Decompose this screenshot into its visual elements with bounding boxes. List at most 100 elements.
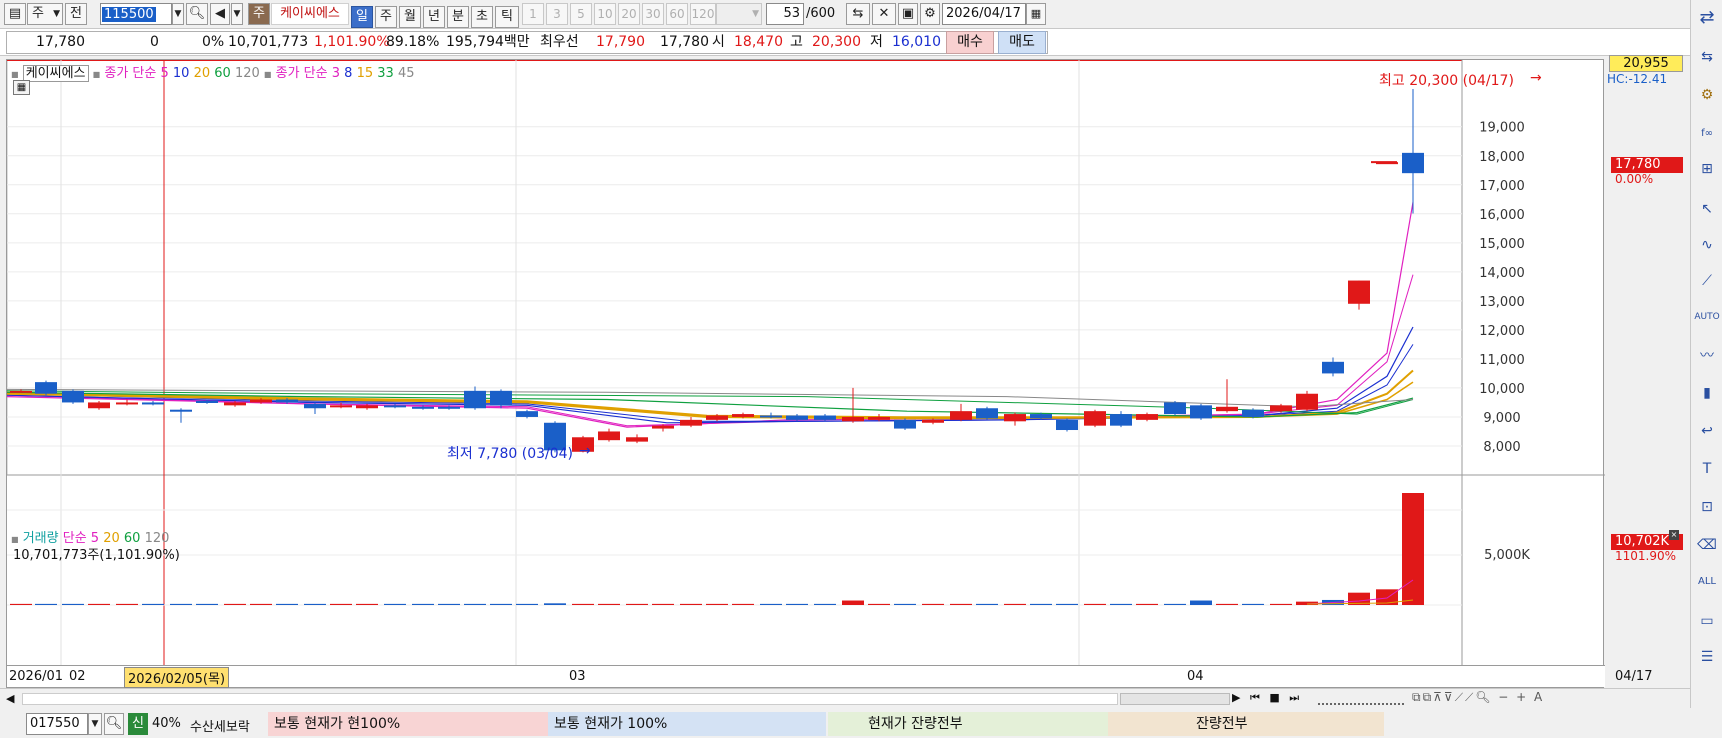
price-tick-label: 18,000 [1479,150,1525,165]
interval-5[interactable]: 5 [570,3,592,25]
interval-3[interactable]: 3 [546,3,568,25]
legend-ma1-period-20[interactable]: 20 [189,66,211,81]
order-code-dropdown-icon[interactable]: ▼ [88,713,102,735]
volume-bar [786,603,808,605]
close-icon[interactable]: × [1669,530,1679,540]
candle-body [276,399,298,403]
compare-icon[interactable]: ⇆ [846,3,870,25]
save-icon[interactable]: ▣ [898,3,918,25]
search-icon[interactable]: 🔍︎ [186,3,208,25]
order-code-input[interactable]: 017550 [26,713,88,735]
table-toggle-icon[interactable]: ▦ [13,80,30,95]
auto-line-icon[interactable]: AUTO [1694,304,1719,330]
axis-top-value: 20,955 [1609,55,1683,72]
candle-body [786,415,808,420]
legend-ma2-period-15[interactable]: 15 [352,66,374,81]
sell-button[interactable]: 매도 [998,31,1046,54]
interval-10[interactable]: 10 [594,3,616,25]
swap-icon[interactable]: ⇄ [1695,4,1719,30]
order-search-icon[interactable]: 🔍︎ [104,713,124,735]
interval-120[interactable]: 120 [690,3,716,25]
legend-stock-name[interactable]: 케이씨에스 [22,65,89,82]
wave-icon[interactable]: 〰 [1695,342,1719,368]
volume-bar [950,603,972,605]
legend-marker-icon: ■ [11,70,19,79]
text-tool-icon[interactable]: T [1695,456,1719,482]
legend-ma2-period-8[interactable]: 8 [340,66,352,81]
scroll-thumb[interactable] [1120,693,1230,705]
date-input[interactable]: 2026/04/17 [942,3,1026,25]
buy-button[interactable]: 매수 [946,31,994,54]
legend-ma1-period-10[interactable]: 10 [169,66,190,81]
modify-order-panel[interactable]: 현재가 잔량전부 [828,712,1108,736]
volume-bar [35,603,57,605]
legend-ma2-label[interactable]: 종가 단순 [276,66,328,81]
interval-20[interactable]: 20 [618,3,640,25]
return-icon[interactable]: ↩ [1695,418,1719,444]
legend-ma1-period-60[interactable]: 60 [210,66,231,81]
legend-ma1-period-120[interactable]: 120 [231,66,260,81]
tab-period-day[interactable]: 일 [351,6,373,28]
formula-icon[interactable]: f∞ [1695,120,1719,146]
calendar-icon[interactable]: ▦ [1026,3,1046,25]
legend-ma2-period-33[interactable]: 33 [373,66,394,81]
chart-menu-icon[interactable]: ▤ [4,3,26,25]
code-dropdown-icon[interactable]: ▼ [172,3,184,25]
settings-icon[interactable]: ⚙ [920,3,940,25]
sell-order-panel[interactable]: 보통 현재가 100% [548,712,826,736]
legend-ma1-label[interactable]: 종가 단순 [104,66,156,81]
scroll-track[interactable] [22,693,1118,705]
line-icon[interactable]: ⟋ [1695,268,1719,294]
legend-ma1-period-5[interactable]: 5 [160,66,168,81]
indicator-icon[interactable]: ⊞ [1695,156,1719,182]
volume-bar [384,603,406,605]
interval-1[interactable]: 1 [522,3,544,25]
prev-button[interactable]: 전 [65,3,87,25]
tab-period-week[interactable]: 주 [375,6,397,28]
candle-body [732,414,754,417]
list-icon[interactable]: ☰ [1695,644,1719,670]
playback-controls[interactable]: ▶ ⏮ ■ ⏭ [1232,691,1302,705]
text-box-icon[interactable]: ▭ [1695,608,1719,634]
market-select[interactable]: 주 ▼ [27,3,63,25]
tab-period-year[interactable]: 년 [423,6,445,28]
scroll-left-icon[interactable]: ◀ [6,692,14,705]
eraser-icon[interactable]: ⌫ [1695,532,1719,558]
tab-period-tick[interactable]: 틱 [495,6,519,28]
legend-ma2-period-45[interactable]: 45 [394,66,415,81]
chart-canvas[interactable]: 19,000 18,000 17,000 16,000 15,000 14,000 13,0… [7,60,1605,689]
candle-icon[interactable]: ▮ [1695,380,1719,406]
tab-period-month[interactable]: 월 [399,6,421,28]
arrow-right-icon: → [579,443,591,459]
volume-bar [976,603,998,605]
speaker-dropdown-icon[interactable]: ▼ [231,3,243,25]
speaker-icon[interactable]: ◀ [210,3,230,25]
gear-icon[interactable]: ⚙ [1695,82,1719,108]
chart-area[interactable]: 19,000 18,000 17,000 16,000 15,000 14,000 13,0… [6,55,1683,689]
legend-ma2-period-3[interactable]: 3 [332,66,340,81]
candle-body [868,416,890,420]
cursor-icon[interactable]: ↖ [1695,196,1719,222]
tab-period-second[interactable]: 초 [471,6,493,28]
zoom-tools-icon[interactable]: ⧉⧉⊼⊽⟋⟋🔍︎ − + A [1412,690,1544,705]
cancel-order-panel[interactable]: 잔량전부 [1108,712,1384,736]
speed-slider[interactable] [1318,691,1404,705]
trend-line-icon[interactable]: ∿ [1695,232,1719,258]
box-icon[interactable]: ⊡ [1695,494,1719,520]
x-axis-right-label: 04/17 [1615,669,1653,684]
interval-30[interactable]: 30 [642,3,664,25]
candle-body [1004,414,1026,422]
x-axis-label-04: 04 [1187,669,1204,684]
x-axis: 2026/01 02 2026/02/05(목) 03 04 04/17 [7,665,1652,688]
bar-count-input[interactable]: 53 [766,3,804,25]
erase-all-icon[interactable]: ALL [1695,568,1719,594]
exchange-icon[interactable]: ⇆ [1695,44,1719,70]
tab-period-minute[interactable]: 분 [447,6,469,28]
crosshair-icon[interactable]: ✕ [872,3,896,25]
buy-order-panel[interactable]: 보통 현재가 현100% [268,712,548,736]
code-input[interactable]: 115500 [100,3,172,25]
interval-custom-select[interactable]: ▼ [716,3,762,25]
interval-60[interactable]: 60 [666,3,688,25]
volume-bar [598,603,620,605]
current-pct-marker: 0.00% [1615,172,1654,186]
